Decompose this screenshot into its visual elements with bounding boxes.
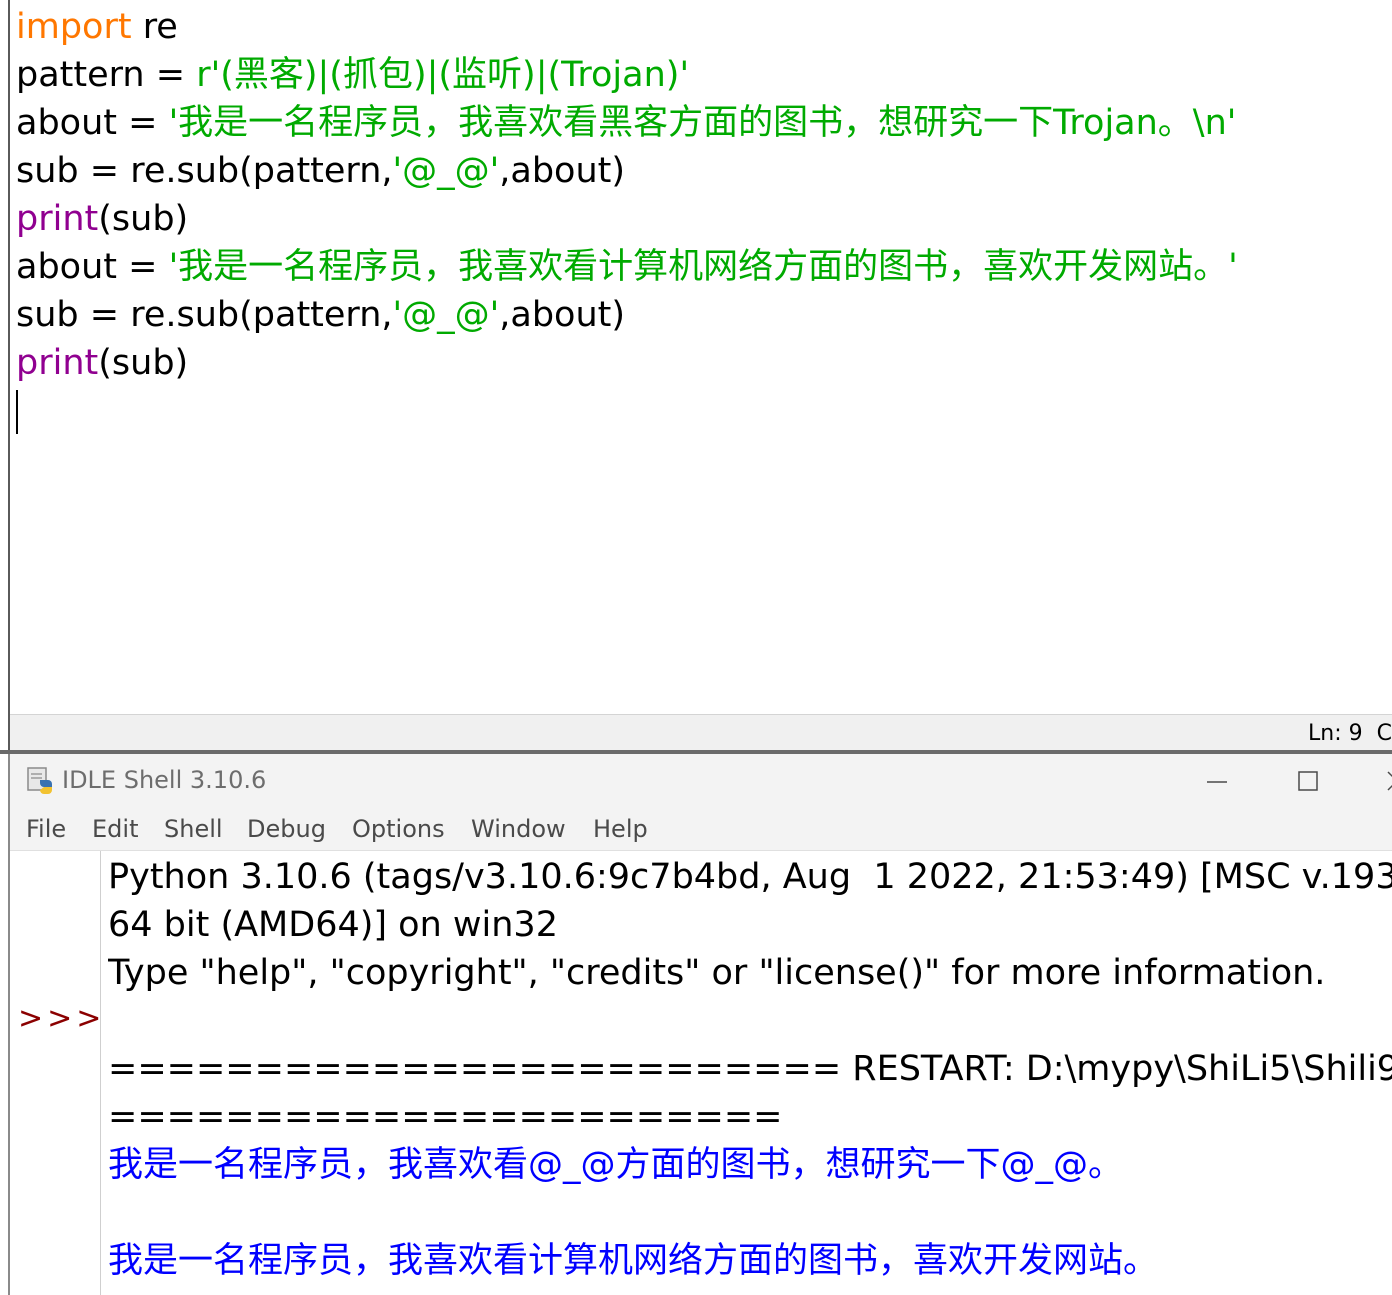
screen: import re pattern = r'(黑客)|(抓包)|(监听)|(Tr… <box>0 0 1392 1295</box>
string-token: '我是一名程序员，我喜欢看黑客方面的图书，想研究一下Trojan。\n' <box>168 103 1237 143</box>
output-line: Python 3.10.6 (tags/v3.10.6:9c7b4bd, Aug… <box>108 857 1392 897</box>
code-line-2: pattern = r'(黑客)|(抓包)|(监听)|(Trojan)' <box>16 51 1392 99</box>
string-token: '@_@' <box>392 295 500 335</box>
output-line: Type "help", "copyright", "credits" or "… <box>108 953 1326 993</box>
prompt-gutter: >>> <box>10 851 101 1295</box>
program-output-line: 我是一名程序员，我喜欢看@_@方面的图书，想研究一下@_@。 <box>108 1145 1124 1185</box>
code-editor[interactable]: import re pattern = r'(黑客)|(抓包)|(监听)|(Tr… <box>16 3 1392 709</box>
code-line-8: print(sub) <box>16 339 1392 387</box>
code-token: about = <box>16 247 169 287</box>
code-token: ,about) <box>499 151 626 191</box>
minimize-icon <box>1207 781 1227 783</box>
code-token: sub = re.sub(pattern, <box>16 151 393 191</box>
maximize-button[interactable] <box>1288 764 1328 798</box>
code-token: about = <box>16 103 169 143</box>
restart-line: ========================= RESTART: D:\my… <box>108 1049 1392 1089</box>
shell-prompt: >>> <box>18 1001 106 1036</box>
menu-file[interactable]: File <box>26 815 66 843</box>
close-button[interactable] <box>1378 764 1392 798</box>
code-line-3: about = '我是一名程序员，我喜欢看黑客方面的图书，想研究一下Trojan… <box>16 99 1392 147</box>
code-token: sub = re.sub(pattern, <box>16 295 393 335</box>
editor-window: import re pattern = r'(黑客)|(抓包)|(监听)|(Tr… <box>0 0 1392 753</box>
status-bar: Ln: 9 C <box>10 714 1392 753</box>
code-line-4: sub = re.sub(pattern,'@_@',about) <box>16 147 1392 195</box>
maximize-icon <box>1298 771 1318 791</box>
code-line-9 <box>16 387 1392 435</box>
string-token: r'(黑客)|(抓包)|(监听)|(Trojan)' <box>196 55 690 95</box>
code-line-7: sub = re.sub(pattern,'@_@',about) <box>16 291 1392 339</box>
menu-debug[interactable]: Debug <box>247 815 326 843</box>
window-title: IDLE Shell 3.10.6 <box>62 766 267 794</box>
keyword-token: import <box>16 7 132 47</box>
menu-shell[interactable]: Shell <box>164 815 223 843</box>
builtin-token: print <box>16 343 99 383</box>
menu-edit[interactable]: Edit <box>92 815 138 843</box>
string-token: '@_@' <box>392 151 500 191</box>
menu-window[interactable]: Window <box>471 815 566 843</box>
output-line: 64 bit (AMD64)] on win32 <box>108 905 558 945</box>
code-token: ,about) <box>499 295 626 335</box>
cursor-position: Ln: 9 C <box>1308 721 1392 746</box>
code-token: pattern = <box>16 55 197 95</box>
code-token: (sub) <box>98 199 189 239</box>
menu-options[interactable]: Options <box>352 815 445 843</box>
close-icon <box>1387 771 1392 791</box>
title-bar[interactable]: IDLE Shell 3.10.6 <box>10 754 1392 808</box>
shell-output[interactable]: Python 3.10.6 (tags/v3.10.6:9c7b4bd, Aug… <box>108 853 1392 1295</box>
shell-window: IDLE Shell 3.10.6 File Edit Shell Debug … <box>8 754 1392 1295</box>
code-token: (sub) <box>98 343 189 383</box>
builtin-token: print <box>16 199 99 239</box>
code-token: re <box>131 7 178 47</box>
program-output-line: 我是一名程序员，我喜欢看计算机网络方面的图书，喜欢开发网站。 <box>108 1241 1159 1281</box>
string-token: '我是一名程序员，我喜欢看计算机网络方面的图书，喜欢开发网站。' <box>168 247 1238 287</box>
code-line-5: print(sub) <box>16 195 1392 243</box>
code-line-6: about = '我是一名程序员，我喜欢看计算机网络方面的图书，喜欢开发网站。' <box>16 243 1392 291</box>
menu-bar: File Edit Shell Debug Options Window Hel… <box>10 808 1392 851</box>
minimize-button[interactable] <box>1197 764 1237 798</box>
editor-border <box>8 0 10 752</box>
code-line-1: import re <box>16 3 1392 51</box>
text-cursor <box>16 390 18 434</box>
python-idle-icon <box>26 766 56 796</box>
menu-help[interactable]: Help <box>593 815 648 843</box>
restart-line: ======================= <box>108 1097 783 1137</box>
